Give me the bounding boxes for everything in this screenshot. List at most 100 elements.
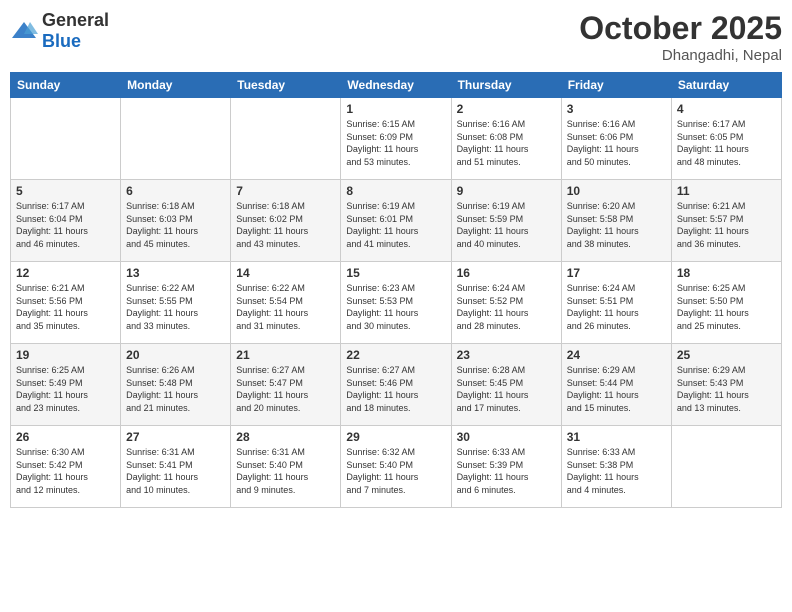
col-wednesday: Wednesday: [341, 73, 451, 98]
day-info: Sunrise: 6:23 AM Sunset: 5:53 PM Dayligh…: [346, 282, 445, 332]
table-row: 26 Sunrise: 6:30 AM Sunset: 5:42 PM Dayli…: [11, 426, 121, 508]
table-row: 8Sunrise: 6:19 AM Sunset: 6:01 PM Daylig…: [341, 180, 451, 262]
day-info: Sunrise: 6:27 AM Sunset: 5:46 PM Dayligh…: [346, 364, 445, 414]
calendar-week-row: 12Sunrise: 6:21 AM Sunset: 5:56 PM Dayli…: [11, 262, 782, 344]
col-sunday: Sunday: [11, 73, 121, 98]
day-number: 4: [677, 102, 776, 116]
table-row: [11, 98, 121, 180]
day-number: 21: [236, 348, 335, 362]
day-number: 15: [346, 266, 445, 280]
day-number: 29: [346, 430, 445, 444]
title-block: October 2025 Dhangadhi, Nepal: [579, 10, 782, 64]
table-row: 6 Sunrise: 6:18 AM Sunset: 6:03 PM Daylig…: [121, 180, 231, 262]
day-info: Sunrise: 6:22 AM Sunset: 5:55 PM Dayligh…: [126, 282, 225, 332]
day-info: Sunrise: 6:18 AM Sunset: 6:03 PM Dayligh…: [126, 200, 225, 250]
day-number: 11: [677, 184, 776, 198]
day-number: 1: [346, 102, 445, 116]
day-info: Sunrise: 6:16 AM Sunset: 6:06 PM Dayligh…: [567, 118, 666, 168]
table-row: 13 Sunrise: 6:22 AM Sunset: 5:55 PM Dayli…: [121, 262, 231, 344]
generalblue-logo-icon: [10, 20, 38, 42]
day-info: Sunrise: 6:28 AM Sunset: 5:45 PM Dayligh…: [457, 364, 556, 414]
table-row: 22 Sunrise: 6:27 AM Sunset: 5:46 PM Dayli…: [341, 344, 451, 426]
calendar-week-row: 5 Sunrise: 6:17 AM Sunset: 6:04 PM Daylig…: [11, 180, 782, 262]
day-info: Sunrise: 6:27 AM Sunset: 5:47 PM Dayligh…: [236, 364, 335, 414]
table-row: 31 Sunrise: 6:33 AM Sunset: 5:38 PM Dayli…: [561, 426, 671, 508]
table-row: 7Sunrise: 6:18 AM Sunset: 6:02 PM Daylig…: [231, 180, 341, 262]
table-row: 21 Sunrise: 6:27 AM Sunset: 5:47 PM Dayli…: [231, 344, 341, 426]
table-row: 5 Sunrise: 6:17 AM Sunset: 6:04 PM Daylig…: [11, 180, 121, 262]
table-row: 16Sunrise: 6:24 AM Sunset: 5:52 PM Dayli…: [451, 262, 561, 344]
table-row: 19 Sunrise: 6:25 AM Sunset: 5:49 PM Dayli…: [11, 344, 121, 426]
col-saturday: Saturday: [671, 73, 781, 98]
location: Dhangadhi, Nepal: [579, 47, 782, 64]
day-info: Sunrise: 6:19 AM Sunset: 5:59 PM Dayligh…: [457, 200, 556, 250]
table-row: 28 Sunrise: 6:31 AM Sunset: 5:40 PM Dayli…: [231, 426, 341, 508]
col-monday: Monday: [121, 73, 231, 98]
calendar-week-row: 19 Sunrise: 6:25 AM Sunset: 5:49 PM Dayli…: [11, 344, 782, 426]
table-row: 20 Sunrise: 6:26 AM Sunset: 5:48 PM Dayli…: [121, 344, 231, 426]
table-row: 12Sunrise: 6:21 AM Sunset: 5:56 PM Dayli…: [11, 262, 121, 344]
day-number: 12: [16, 266, 115, 280]
calendar: Sunday Monday Tuesday Wednesday Thursday…: [10, 72, 782, 508]
day-number: 20: [126, 348, 225, 362]
day-number: 2: [457, 102, 556, 116]
table-row: [121, 98, 231, 180]
day-number: 24: [567, 348, 666, 362]
day-number: 22: [346, 348, 445, 362]
day-number: 10: [567, 184, 666, 198]
table-row: 25Sunrise: 6:29 AM Sunset: 5:43 PM Dayli…: [671, 344, 781, 426]
day-number: 19: [16, 348, 115, 362]
day-info: Sunrise: 6:30 AM Sunset: 5:42 PM Dayligh…: [16, 446, 115, 496]
day-number: 3: [567, 102, 666, 116]
day-info: Sunrise: 6:17 AM Sunset: 6:05 PM Dayligh…: [677, 118, 776, 168]
day-number: 27: [126, 430, 225, 444]
table-row: 24 Sunrise: 6:29 AM Sunset: 5:44 PM Dayli…: [561, 344, 671, 426]
day-info: Sunrise: 6:17 AM Sunset: 6:04 PM Dayligh…: [16, 200, 115, 250]
day-info: Sunrise: 6:32 AM Sunset: 5:40 PM Dayligh…: [346, 446, 445, 496]
logo: General Blue: [10, 10, 109, 52]
table-row: 27 Sunrise: 6:31 AM Sunset: 5:41 PM Dayli…: [121, 426, 231, 508]
day-number: 5: [16, 184, 115, 198]
day-info: Sunrise: 6:15 AM Sunset: 6:09 PM Dayligh…: [346, 118, 445, 168]
table-row: 3 Sunrise: 6:16 AM Sunset: 6:06 PM Daylig…: [561, 98, 671, 180]
logo-blue: Blue: [42, 31, 81, 51]
day-info: Sunrise: 6:26 AM Sunset: 5:48 PM Dayligh…: [126, 364, 225, 414]
day-info: Sunrise: 6:19 AM Sunset: 6:01 PM Dayligh…: [346, 200, 445, 250]
table-row: 4 Sunrise: 6:17 AM Sunset: 6:05 PM Daylig…: [671, 98, 781, 180]
logo-general: General: [42, 10, 109, 30]
day-number: 31: [567, 430, 666, 444]
day-number: 16: [457, 266, 556, 280]
day-info: Sunrise: 6:20 AM Sunset: 5:58 PM Dayligh…: [567, 200, 666, 250]
day-info: Sunrise: 6:29 AM Sunset: 5:44 PM Dayligh…: [567, 364, 666, 414]
day-info: Sunrise: 6:25 AM Sunset: 5:49 PM Dayligh…: [16, 364, 115, 414]
table-row: 15 Sunrise: 6:23 AM Sunset: 5:53 PM Dayli…: [341, 262, 451, 344]
day-number: 7: [236, 184, 335, 198]
table-row: 1 Sunrise: 6:15 AM Sunset: 6:09 PM Daylig…: [341, 98, 451, 180]
day-info: Sunrise: 6:33 AM Sunset: 5:38 PM Dayligh…: [567, 446, 666, 496]
day-info: Sunrise: 6:25 AM Sunset: 5:50 PM Dayligh…: [677, 282, 776, 332]
day-number: 9: [457, 184, 556, 198]
table-row: 10 Sunrise: 6:20 AM Sunset: 5:58 PM Dayli…: [561, 180, 671, 262]
day-info: Sunrise: 6:29 AM Sunset: 5:43 PM Dayligh…: [677, 364, 776, 414]
table-row: 30Sunrise: 6:33 AM Sunset: 5:39 PM Dayli…: [451, 426, 561, 508]
day-info: Sunrise: 6:31 AM Sunset: 5:41 PM Dayligh…: [126, 446, 225, 496]
col-thursday: Thursday: [451, 73, 561, 98]
day-info: Sunrise: 6:16 AM Sunset: 6:08 PM Dayligh…: [457, 118, 556, 168]
col-friday: Friday: [561, 73, 671, 98]
table-row: 29 Sunrise: 6:32 AM Sunset: 5:40 PM Dayli…: [341, 426, 451, 508]
table-row: 18 Sunrise: 6:25 AM Sunset: 5:50 PM Dayli…: [671, 262, 781, 344]
day-number: 23: [457, 348, 556, 362]
day-number: 26: [16, 430, 115, 444]
day-number: 6: [126, 184, 225, 198]
day-info: Sunrise: 6:24 AM Sunset: 5:51 PM Dayligh…: [567, 282, 666, 332]
day-number: 28: [236, 430, 335, 444]
table-row: 9 Sunrise: 6:19 AM Sunset: 5:59 PM Daylig…: [451, 180, 561, 262]
table-row: 23 Sunrise: 6:28 AM Sunset: 5:45 PM Dayli…: [451, 344, 561, 426]
day-number: 17: [567, 266, 666, 280]
day-number: 13: [126, 266, 225, 280]
month-title: October 2025: [579, 10, 782, 47]
day-info: Sunrise: 6:31 AM Sunset: 5:40 PM Dayligh…: [236, 446, 335, 496]
day-number: 18: [677, 266, 776, 280]
table-row: 2 Sunrise: 6:16 AM Sunset: 6:08 PM Daylig…: [451, 98, 561, 180]
col-tuesday: Tuesday: [231, 73, 341, 98]
